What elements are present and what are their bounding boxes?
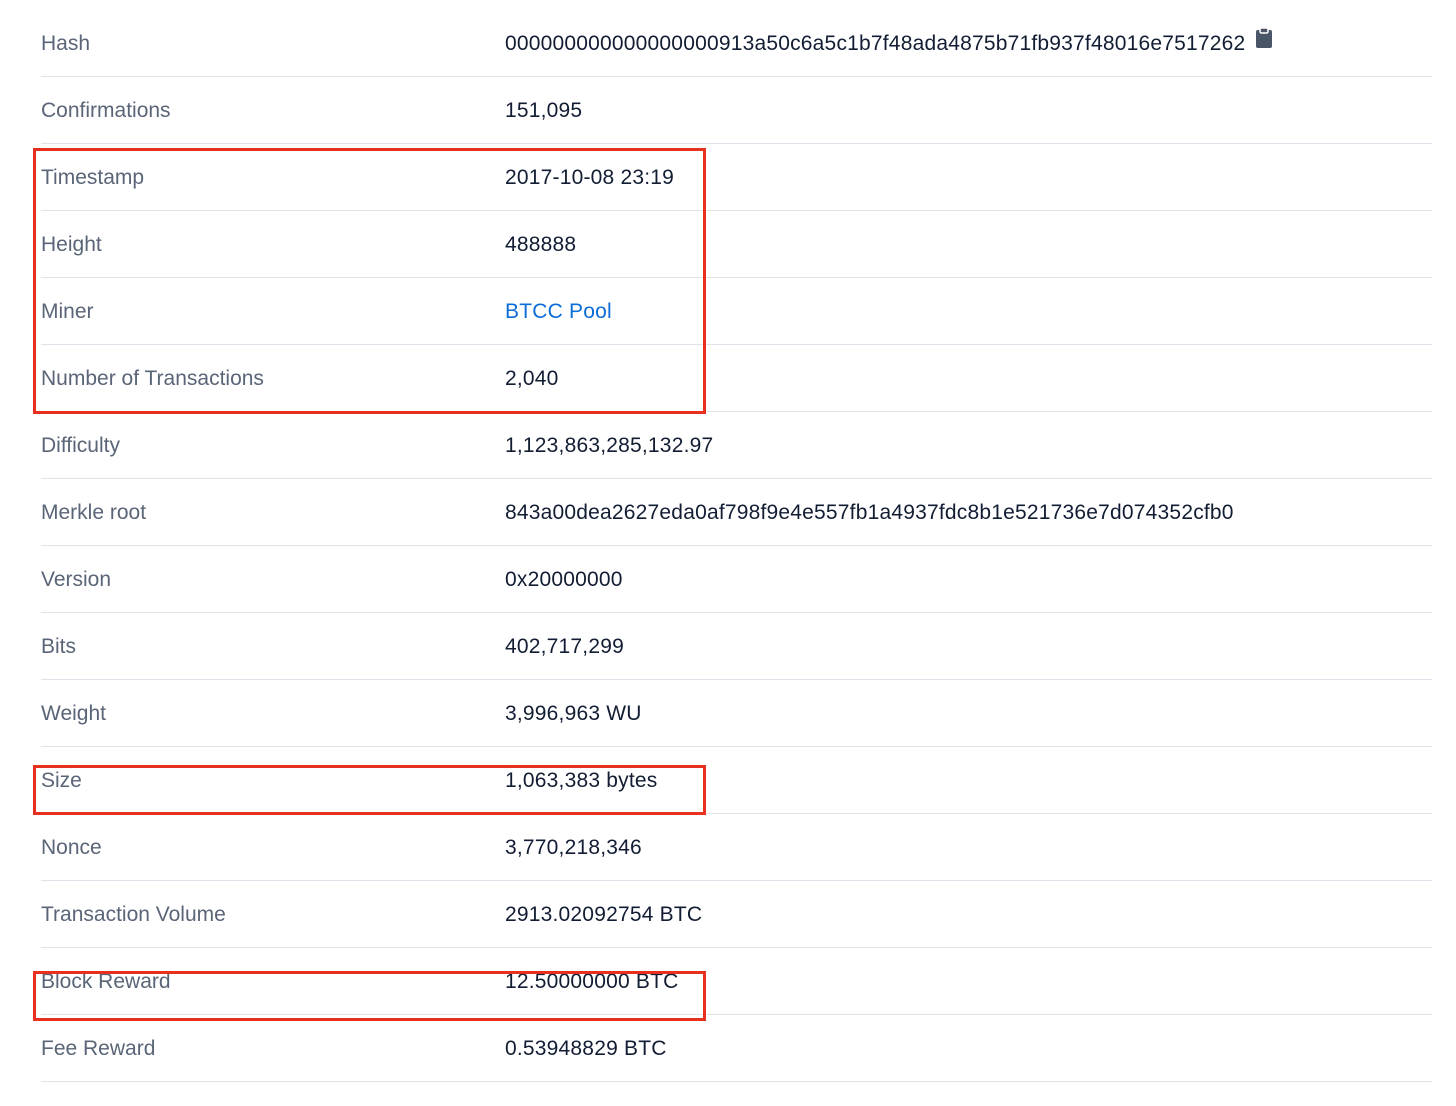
transaction-volume-value: 2913.02092754 BTC (505, 903, 703, 926)
row-fee-reward: Fee Reward 0.53948829 BTC (41, 1015, 1432, 1082)
height-label: Height (41, 233, 102, 256)
merkle-root-value: 843a00dea2627eda0af798f9e4e557fb1a4937fd… (505, 501, 1234, 524)
hash-text: 000000000000000000913a50c6a5c1b7f48ada48… (505, 32, 1246, 55)
bits-value: 402,717,299 (505, 635, 624, 658)
hash-label: Hash (41, 32, 91, 55)
difficulty-label: Difficulty (41, 434, 120, 457)
miner-link[interactable]: BTCC Pool (505, 278, 612, 345)
row-weight: Weight 3,996,963 WU (41, 680, 1432, 747)
difficulty-value: 1,123,863,285,132.97 (505, 434, 714, 457)
timestamp-label: Timestamp (41, 166, 145, 189)
height-value: 488888 (505, 233, 577, 256)
weight-value: 3,996,963 WU (505, 702, 642, 725)
confirmations-value: 151,095 (505, 99, 583, 122)
confirmations-label: Confirmations (41, 99, 171, 122)
row-confirmations: Confirmations 151,095 (41, 77, 1432, 144)
row-timestamp: Timestamp 2017-10-08 23:19 (41, 144, 1432, 211)
hash-value: 000000000000000000913a50c6a5c1b7f48ada48… (505, 10, 1273, 77)
nonce-value: 3,770,218,346 (505, 836, 642, 859)
row-number-of-transactions: Number of Transactions 2,040 (41, 345, 1432, 412)
row-merkle-root: Merkle root 843a00dea2627eda0af798f9e4e5… (41, 479, 1432, 546)
size-label: Size (41, 769, 82, 792)
miner-label: Miner (41, 300, 94, 323)
bits-label: Bits (41, 635, 77, 658)
fee-reward-value: 0.53948829 BTC (505, 1037, 667, 1060)
row-block-reward: Block Reward 12.50000000 BTC (41, 948, 1432, 1015)
clipboard-icon[interactable] (1255, 9, 1273, 76)
row-bits: Bits 402,717,299 (41, 613, 1432, 680)
row-size: Size 1,063,383 bytes (41, 747, 1432, 814)
weight-label: Weight (41, 702, 106, 725)
fee-reward-label: Fee Reward (41, 1037, 156, 1060)
row-difficulty: Difficulty 1,123,863,285,132.97 (41, 412, 1432, 479)
row-transaction-volume: Transaction Volume 2913.02092754 BTC (41, 881, 1432, 948)
row-version: Version 0x20000000 (41, 546, 1432, 613)
number-of-transactions-label: Number of Transactions (41, 367, 264, 390)
row-hash: Hash 000000000000000000913a50c6a5c1b7f48… (41, 10, 1432, 77)
block-reward-label: Block Reward (41, 970, 171, 993)
row-height: Height 488888 (41, 211, 1432, 278)
size-value: 1,063,383 bytes (505, 769, 658, 792)
row-miner: Miner BTCC Pool (41, 278, 1432, 345)
number-of-transactions-value: 2,040 (505, 367, 559, 390)
merkle-root-label: Merkle root (41, 501, 147, 524)
version-label: Version (41, 568, 112, 591)
timestamp-value: 2017-10-08 23:19 (505, 166, 675, 189)
block-reward-value: 12.50000000 BTC (505, 970, 679, 993)
row-nonce: Nonce 3,770,218,346 (41, 814, 1432, 881)
block-details-table: Hash 000000000000000000913a50c6a5c1b7f48… (41, 10, 1432, 1082)
nonce-label: Nonce (41, 836, 102, 859)
transaction-volume-label: Transaction Volume (41, 903, 226, 926)
version-value: 0x20000000 (505, 568, 623, 591)
